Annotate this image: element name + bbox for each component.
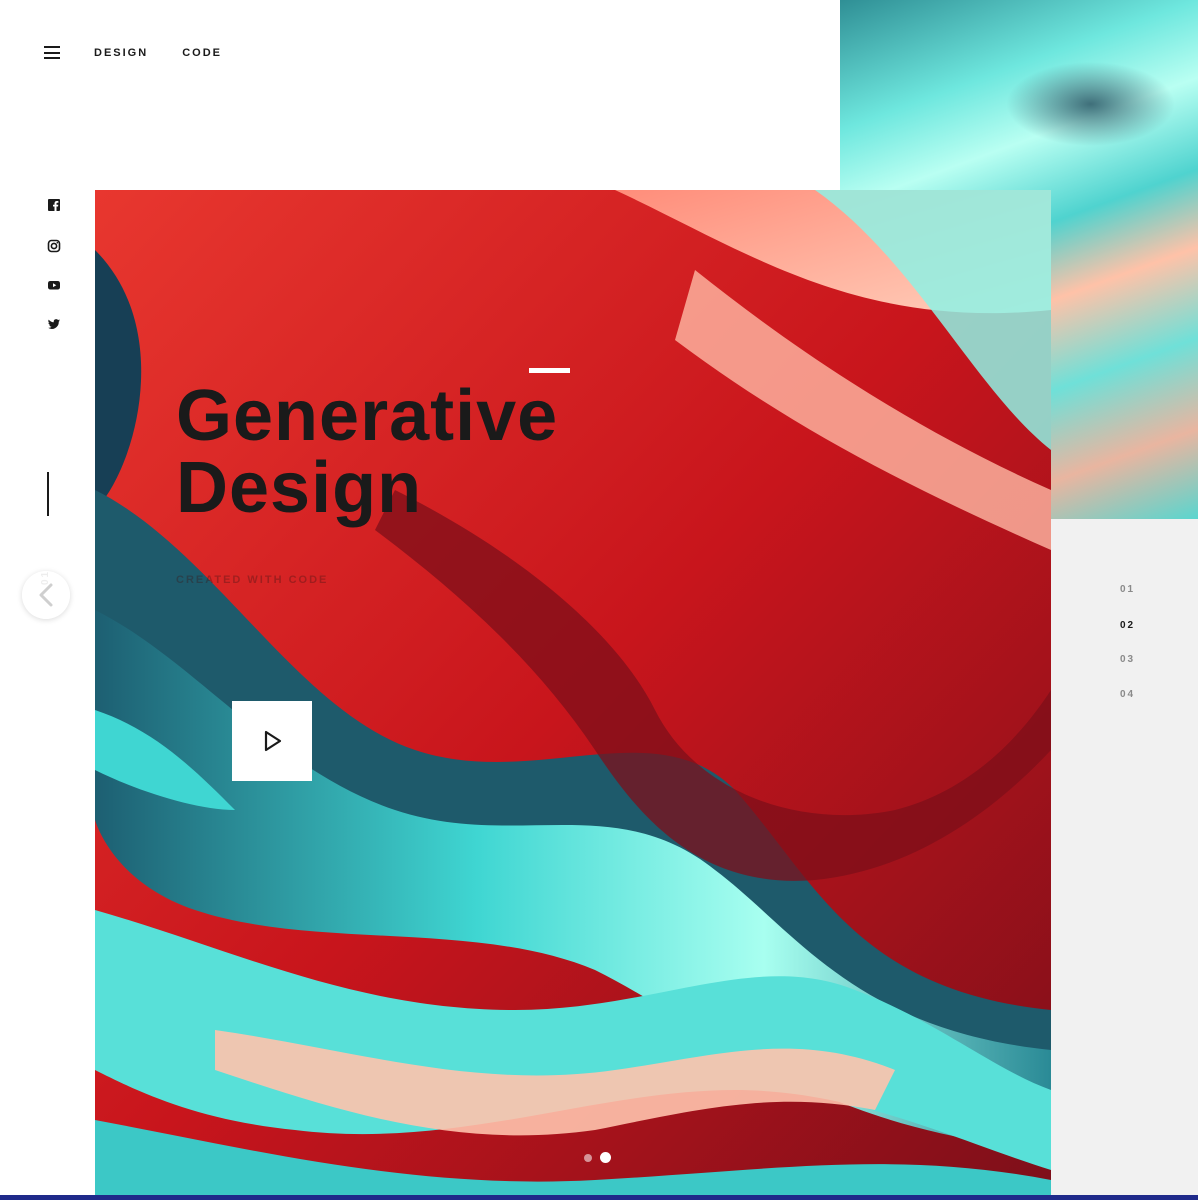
slider-dots xyxy=(584,1152,619,1163)
prev-slide-button[interactable] xyxy=(22,571,70,619)
facebook-icon[interactable] xyxy=(46,197,62,213)
menu-icon[interactable] xyxy=(44,46,60,59)
hero-title-line-1: Generative xyxy=(176,376,559,456)
nav-link-code[interactable]: CODE xyxy=(182,47,222,59)
play-button[interactable] xyxy=(232,701,312,781)
chevron-left-icon xyxy=(39,583,53,607)
pager-item-01[interactable]: 01 xyxy=(1120,584,1135,595)
hero-subtitle: CREATED WITH CODE xyxy=(176,574,329,586)
hero-image xyxy=(95,190,1051,1200)
play-icon xyxy=(264,730,282,752)
twitter-icon[interactable] xyxy=(46,316,62,332)
hero-title: Generative Design xyxy=(176,380,616,524)
top-nav: DESIGN CODE xyxy=(44,46,222,59)
title-accent-bar xyxy=(529,368,570,373)
bottom-bar xyxy=(0,1195,1198,1200)
slider-dot-active[interactable] xyxy=(600,1152,611,1163)
slider-dot[interactable] xyxy=(584,1153,592,1162)
pager-item-02[interactable]: 02 xyxy=(1120,620,1135,631)
marble-artwork xyxy=(95,190,1051,1200)
pager-item-04[interactable]: 04 xyxy=(1120,689,1135,700)
hero-title-line-2: Design xyxy=(176,448,423,528)
pager-item-03[interactable]: 03 xyxy=(1120,654,1135,665)
vertical-divider xyxy=(47,472,49,516)
nav-link-design[interactable]: DESIGN xyxy=(94,47,148,59)
youtube-icon[interactable] xyxy=(46,277,62,293)
instagram-icon[interactable] xyxy=(46,238,62,254)
